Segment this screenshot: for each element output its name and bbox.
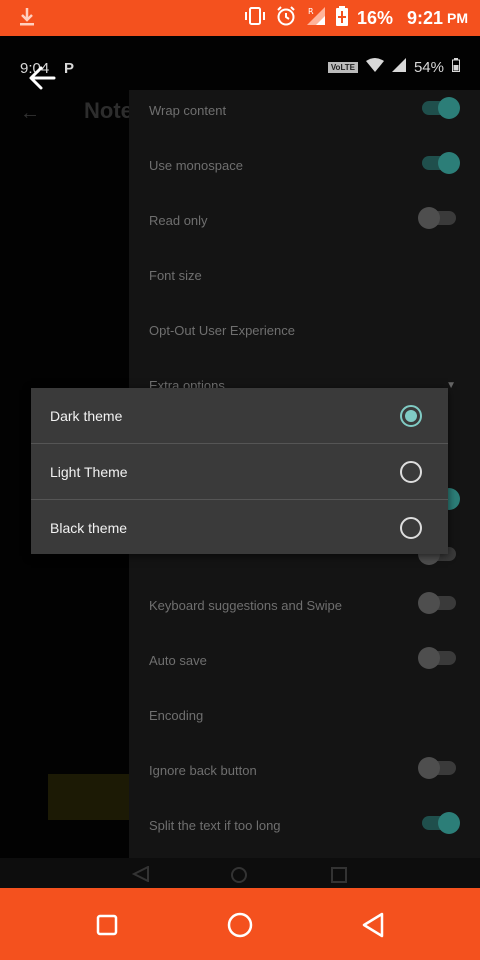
home-button[interactable] <box>225 910 255 940</box>
radio-unselected-icon[interactable] <box>400 517 422 539</box>
inner-battery-icon <box>452 58 460 76</box>
use-monospace-toggle[interactable] <box>422 152 460 174</box>
svg-text:R: R <box>308 7 314 16</box>
setting-wrap-content[interactable]: Wrap content <box>149 90 469 130</box>
keyboard-suggestions-toggle[interactable] <box>418 592 456 614</box>
dimmed-banner <box>48 774 138 820</box>
inner-recents-icon <box>330 866 348 888</box>
setting-label: Wrap content <box>149 102 227 118</box>
theme-option-light[interactable]: Light Theme <box>31 444 448 499</box>
setting-label: Encoding <box>149 707 204 723</box>
underlying-title: Note <box>84 98 133 123</box>
radio-unselected-icon[interactable] <box>400 461 422 483</box>
wrap-content-toggle[interactable] <box>422 97 460 119</box>
option-label: Black theme <box>50 519 128 536</box>
setting-font-size[interactable]: Font size <box>149 255 469 295</box>
inner-battery-percentage: 54% <box>413 58 444 76</box>
download-icon <box>16 6 38 33</box>
vibrate-icon <box>243 6 267 31</box>
setting-split-text[interactable]: Split the text if too long <box>149 805 469 845</box>
radio-selected-icon[interactable] <box>400 405 422 427</box>
system-nav-bar <box>0 888 480 960</box>
setting-opt-out[interactable]: Opt-Out User Experience <box>149 310 469 350</box>
setting-label: Ignore back button <box>149 762 257 778</box>
parking-icon: P <box>64 60 75 77</box>
back-button[interactable] <box>358 910 388 940</box>
auto-save-toggle[interactable] <box>418 647 456 669</box>
inner-back-icon <box>131 865 150 887</box>
alarm-icon <box>275 5 297 32</box>
inner-nav-bar <box>0 858 480 888</box>
app-screen: 9:04 P VoLTE 54% ← Note Wrap content Use <box>0 36 480 888</box>
clock-ampm: PM <box>447 10 468 26</box>
cell-signal-icon <box>391 58 406 76</box>
setting-label: Read only <box>149 212 208 228</box>
setting-label: Keyboard suggestions and Swipe <box>149 597 342 613</box>
option-label: Light Theme <box>50 463 128 480</box>
dim-back-arrow-icon: ← <box>20 102 40 124</box>
setting-label: Auto save <box>149 652 207 668</box>
split-text-toggle[interactable] <box>422 812 460 834</box>
recents-button[interactable] <box>92 910 122 940</box>
wifi-icon <box>365 58 384 76</box>
theme-option-dark[interactable]: Dark theme <box>31 388 448 443</box>
option-label: Dark theme <box>50 407 123 424</box>
setting-use-monospace[interactable]: Use monospace <box>149 145 469 185</box>
theme-dialog: Dark theme Light Theme Black theme <box>31 388 448 554</box>
system-status-bar: R 16% 9:21 PM <box>0 0 480 36</box>
inner-home-icon <box>230 866 248 888</box>
setting-label: Split the text if too long <box>149 817 281 833</box>
battery-charging-icon <box>335 5 349 32</box>
theme-option-black[interactable]: Black theme <box>31 500 448 555</box>
battery-percentage: 16% <box>356 7 393 28</box>
setting-encoding[interactable]: Encoding <box>149 695 469 735</box>
setting-label: Use monospace <box>149 157 243 173</box>
back-arrow-icon[interactable] <box>28 64 56 97</box>
read-only-toggle[interactable] <box>418 207 456 229</box>
volte-badge: VoLTE <box>327 61 358 73</box>
setting-label: Opt-Out User Experience <box>149 322 295 338</box>
signal-roaming-icon: R <box>305 5 327 32</box>
setting-label: Font size <box>149 267 202 283</box>
clock: 9:21 <box>406 7 443 28</box>
ignore-back-toggle[interactable] <box>418 757 456 779</box>
